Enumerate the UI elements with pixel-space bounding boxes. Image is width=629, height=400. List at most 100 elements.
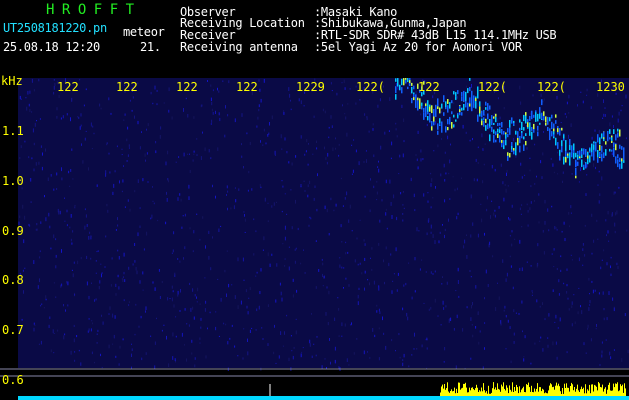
noise-speck bbox=[352, 169, 354, 173]
noise-speck bbox=[417, 130, 419, 134]
noise-speck bbox=[145, 159, 146, 162]
noise-speck bbox=[469, 139, 471, 142]
echo-segment bbox=[397, 78, 399, 83]
power-bar bbox=[614, 387, 615, 396]
noise-speck bbox=[401, 104, 403, 108]
noise-speck bbox=[390, 157, 392, 160]
echo-segment bbox=[615, 156, 617, 164]
noise-speck bbox=[291, 226, 293, 230]
noise-speck bbox=[22, 269, 24, 272]
noise-speck bbox=[111, 257, 113, 260]
echo-segment bbox=[525, 115, 527, 124]
echo-segment bbox=[537, 131, 539, 137]
noise-speck bbox=[322, 262, 324, 266]
noise-speck bbox=[314, 185, 316, 188]
echo-segment bbox=[599, 137, 601, 145]
noise-speck bbox=[610, 356, 612, 360]
noise-speck bbox=[204, 147, 206, 152]
noise-speck bbox=[493, 112, 495, 117]
noise-speck bbox=[405, 282, 407, 286]
noise-speck bbox=[294, 260, 296, 264]
echo-segment bbox=[483, 110, 485, 116]
noise-speck bbox=[112, 313, 114, 318]
noise-speck bbox=[568, 211, 570, 215]
noise-speck bbox=[267, 343, 269, 346]
noise-speck bbox=[444, 228, 446, 232]
noise-speck bbox=[191, 352, 193, 355]
noise-speck bbox=[357, 294, 359, 299]
noise-speck bbox=[73, 324, 75, 327]
noise-speck bbox=[45, 217, 47, 222]
noise-speck bbox=[121, 278, 123, 280]
noise-speck bbox=[194, 357, 196, 360]
power-bar bbox=[536, 388, 537, 396]
noise-speck bbox=[202, 131, 203, 134]
noise-speck bbox=[110, 284, 112, 287]
echo-segment bbox=[483, 117, 485, 121]
echo-segment bbox=[535, 112, 537, 120]
noise-speck bbox=[351, 173, 353, 175]
noise-speck bbox=[181, 226, 183, 229]
noise-speck bbox=[188, 184, 190, 189]
echo-segment bbox=[455, 97, 457, 100]
noise-speck bbox=[356, 237, 358, 240]
noise-speck bbox=[327, 152, 329, 157]
noise-speck bbox=[193, 153, 195, 155]
power-bar bbox=[491, 392, 492, 396]
noise-speck bbox=[315, 286, 317, 289]
echo-segment bbox=[621, 146, 623, 150]
noise-speck bbox=[595, 328, 597, 330]
noise-speck bbox=[555, 341, 557, 345]
noise-speck bbox=[114, 170, 116, 173]
power-bar bbox=[599, 383, 600, 396]
noise-speck bbox=[61, 167, 62, 172]
noise-speck bbox=[173, 304, 175, 308]
noise-speck bbox=[520, 101, 522, 105]
noise-speck bbox=[271, 205, 273, 208]
noise-speck bbox=[592, 289, 594, 294]
noise-speck bbox=[470, 317, 472, 321]
power-bar bbox=[473, 389, 474, 396]
echo-segment bbox=[601, 145, 603, 153]
noise-speck bbox=[273, 202, 275, 206]
echo-segment bbox=[395, 86, 397, 94]
noise-speck bbox=[432, 234, 434, 238]
noise-speck bbox=[366, 159, 367, 163]
power-bar bbox=[518, 393, 519, 396]
noise-speck bbox=[430, 224, 432, 229]
noise-speck bbox=[591, 213, 593, 217]
noise-speck bbox=[529, 112, 531, 115]
noise-speck bbox=[578, 257, 580, 262]
noise-speck bbox=[56, 107, 58, 111]
noise-speck bbox=[267, 304, 269, 307]
noise-speck bbox=[72, 178, 74, 180]
echo-segment bbox=[411, 82, 413, 86]
echo-segment bbox=[405, 79, 407, 84]
noise-speck bbox=[135, 266, 137, 271]
noise-speck bbox=[45, 295, 47, 299]
noise-speck bbox=[175, 316, 177, 318]
echo-segment bbox=[493, 116, 495, 119]
noise-speck bbox=[593, 163, 594, 168]
noise-speck bbox=[286, 151, 288, 154]
noise-speck bbox=[587, 324, 589, 328]
noise-speck bbox=[454, 188, 456, 192]
echo-segment bbox=[605, 141, 607, 145]
noise-speck bbox=[337, 297, 339, 299]
y-tick-label: 0.8 bbox=[2, 273, 24, 287]
noise-speck bbox=[419, 268, 421, 271]
noise-speck bbox=[227, 341, 229, 345]
noise-speck bbox=[608, 291, 610, 295]
power-bar bbox=[584, 393, 585, 396]
echo-segment bbox=[507, 128, 509, 133]
noise-speck bbox=[526, 203, 528, 206]
power-bar bbox=[580, 389, 581, 396]
noise-speck bbox=[66, 113, 68, 116]
noise-speck bbox=[256, 271, 258, 274]
echo-segment bbox=[509, 153, 511, 158]
noise-speck bbox=[577, 104, 578, 107]
power-bar bbox=[531, 385, 532, 396]
noise-speck bbox=[173, 231, 175, 235]
noise-speck bbox=[153, 202, 155, 205]
noise-speck bbox=[376, 191, 378, 195]
